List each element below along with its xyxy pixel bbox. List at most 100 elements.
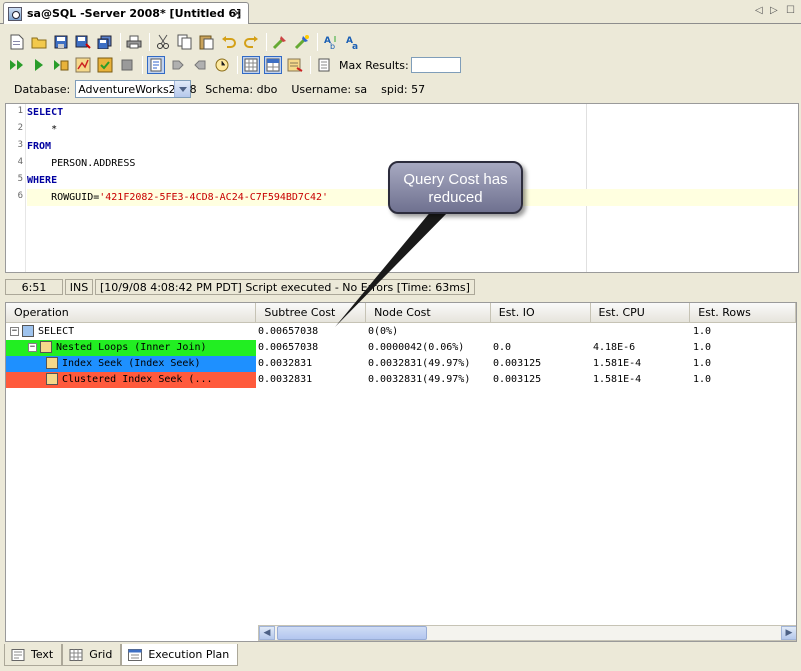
find-icon[interactable] [271,33,289,51]
history-icon[interactable] [213,56,231,74]
explain-plan-icon[interactable] [74,56,92,74]
execution-plan-grid: Operation Subtree Cost Node Cost Est. IO… [5,302,797,642]
rollback-icon[interactable] [191,56,209,74]
sql-editor-icon [8,6,22,21]
code-string-literal: '421F2082-5FE3-4CD8-AC24-C7F594BD7C42' [99,192,329,203]
export-results-icon[interactable] [286,56,304,74]
column-header[interactable]: Subtree Cost [256,303,367,323]
plan-node-icon [46,357,58,369]
cut-icon[interactable] [154,33,172,51]
column-header[interactable]: Est. Rows [690,303,796,323]
tree-collapse-icon[interactable]: − [10,326,19,336]
transaction-mode-icon[interactable] [147,56,165,74]
save-all-icon[interactable] [96,33,114,51]
chevron-down-icon[interactable] [174,81,191,97]
spid-value: 57 [411,82,426,96]
results-grid-view-icon[interactable] [242,56,260,74]
operation-cell[interactable]: Clustered Index Seek (... [6,372,256,388]
operation-label: Nested Loops (Inner Join) [56,342,207,353]
paste-icon[interactable] [198,33,216,51]
code-line: SELECT [27,107,64,118]
print-icon[interactable] [125,33,143,51]
line-number: 1 [17,106,23,116]
schema-value: dbo [256,82,278,96]
tab-label: Text [31,648,54,661]
rows-cell: 1.0 [693,358,712,369]
editor-tab[interactable]: sa@SQL -Server 2008* [Untitled 6] ✕ [3,2,249,24]
copy-icon[interactable] [176,33,194,51]
tab-label: Grid [89,648,113,661]
table-row[interactable]: − SELECT 0.00657038 0(0%) 1.0 [6,324,796,340]
operation-cell[interactable]: − Nested Loops (Inner Join) [6,340,256,356]
callout-text-line-1: Query Cost has [403,171,508,188]
stop-icon[interactable] [118,56,136,74]
table-row[interactable]: Clustered Index Seek (... 0.0032831 0.0032… [6,372,796,388]
open-folder-icon[interactable] [30,33,48,51]
database-select[interactable]: AdventureWorks2008 [75,80,197,98]
commit-icon[interactable] [169,56,187,74]
table-row[interactable]: Index Seek (Index Seek) 0.0032831 0.003283… [6,356,796,372]
subtree-cell: 0.00657038 [258,342,319,353]
rows-cell: 1.0 [693,374,712,385]
column-header[interactable]: Est. IO [491,303,591,323]
column-header[interactable]: Est. CPU [591,303,691,323]
toolbar-separator [266,33,267,51]
save-as-icon[interactable] [74,33,92,51]
operation-cell[interactable]: − SELECT [6,324,256,340]
database-label: Database: [14,82,71,96]
io-cell: 0.003125 [493,358,542,369]
save-icon[interactable] [52,33,70,51]
toolbar-row-1: Ab Aa [8,31,366,53]
tab-scroll-left-icon[interactable]: ◁ [755,5,763,16]
line-number: 4 [17,157,23,167]
scroll-left-icon[interactable]: ◀ [259,626,275,640]
rows-cell: 1.0 [693,326,712,337]
print-results-icon[interactable] [315,56,333,74]
username-value: sa [354,82,368,96]
tab-text[interactable]: Text [4,644,63,666]
tab-execution-plan[interactable]: Execution Plan [121,644,239,666]
case-convert-icon[interactable]: Aa [344,33,362,51]
editor-tab-title: sa@SQL -Server 2008* [Untitled 6] [27,7,242,20]
node-cell: 0.0032831(49.97%) [368,374,471,385]
editor-status-bar: 6:51 INS [10/9/08 4:08:42 PM PDT] Script… [5,278,799,296]
subtree-cell: 0.00657038 [258,326,319,337]
username-label: Username: [291,82,352,96]
operation-label: SELECT [38,326,75,337]
toolbar-separator [120,33,121,51]
execute-step-icon[interactable] [52,56,70,74]
svg-text:b: b [330,42,335,50]
scrollbar-thumb[interactable] [277,626,427,640]
max-results-input[interactable] [410,57,461,73]
editor-tab-bar: sa@SQL -Server 2008* [Untitled 6] ✕ ◁ ▷ … [0,0,801,24]
horizontal-scrollbar[interactable]: ◀ ▶ [258,625,796,641]
tab-scroll-right-icon[interactable]: ▷ [770,5,778,16]
format-sql-icon[interactable]: Ab [322,33,340,51]
new-file-icon[interactable] [8,33,26,51]
tree-collapse-icon[interactable]: − [28,342,37,352]
toolbar-separator [310,56,311,74]
auto-commit-icon[interactable] [96,56,114,74]
column-header[interactable]: Operation [6,303,257,323]
svg-text:a: a [352,42,358,50]
execute-icon[interactable] [30,56,48,74]
redo-icon[interactable] [242,33,260,51]
operation-cell[interactable]: Index Seek (Index Seek) [6,356,256,372]
code-line: FROM [27,141,52,152]
column-header[interactable]: Node Cost [366,303,491,323]
undo-icon[interactable] [220,33,238,51]
toolbar-separator [149,33,150,51]
results-split-view-icon[interactable] [264,56,282,74]
execution-plan-icon [128,648,143,661]
close-icon[interactable]: ✕ [233,7,242,20]
find-replace-icon[interactable] [293,33,311,51]
operation-label: Index Seek (Index Seek) [62,358,201,369]
tab-grid[interactable]: Grid [62,644,122,666]
execute-all-icon[interactable] [8,56,26,74]
scroll-right-icon[interactable]: ▶ [781,626,796,640]
tab-list-icon[interactable]: ☐ [786,5,795,16]
operation-label: Clustered Index Seek (... [62,374,213,385]
spid-label: spid: [381,82,408,96]
status-message: [10/9/08 4:08:42 PM PDT] Script executed… [95,279,475,295]
table-row[interactable]: − Nested Loops (Inner Join) 0.00657038 0.00… [6,340,796,356]
